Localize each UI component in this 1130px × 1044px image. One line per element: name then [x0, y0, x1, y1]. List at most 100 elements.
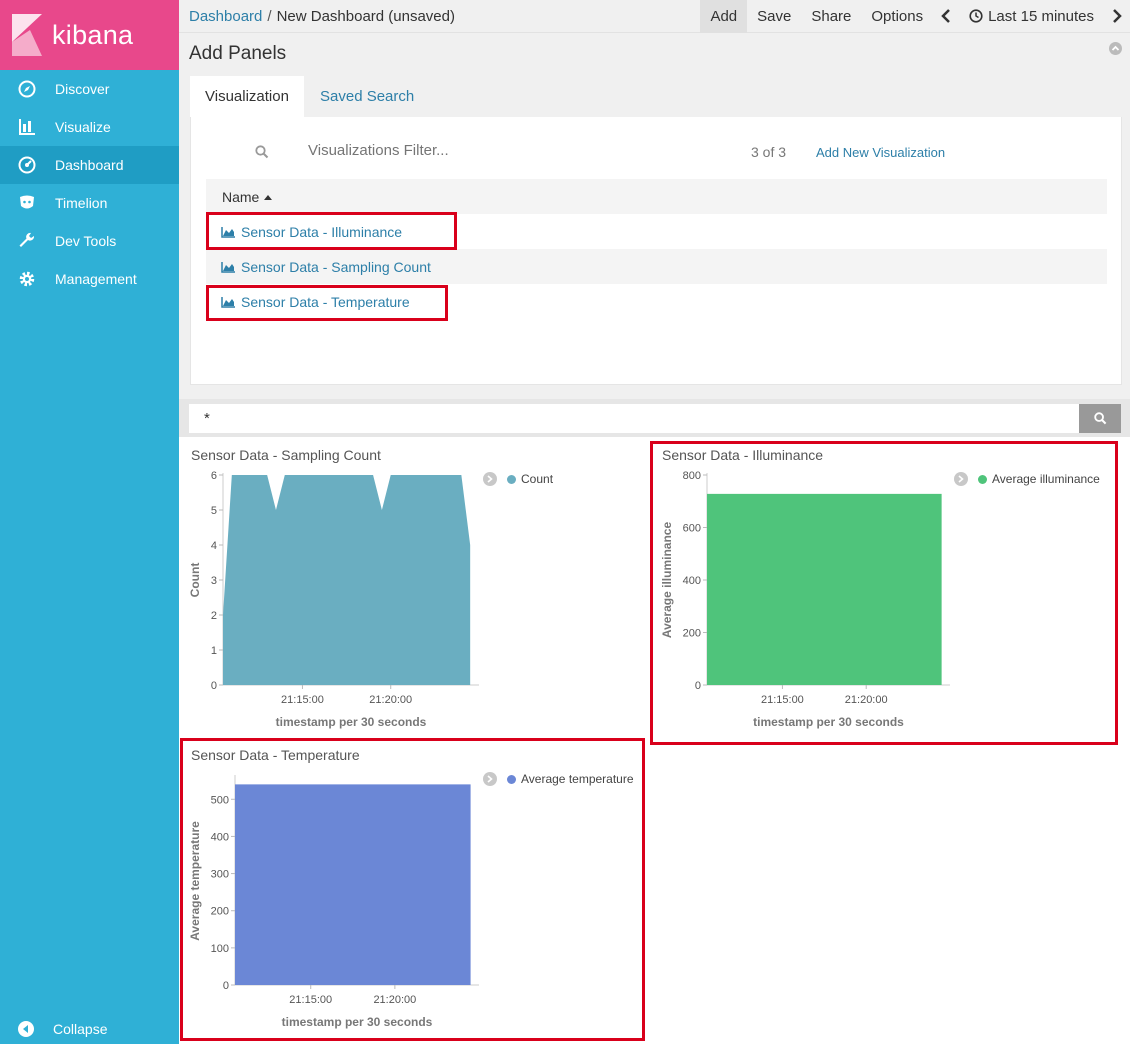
x-tick-label: 21:15:00 — [761, 694, 804, 706]
sidebar-item-timelion[interactable]: Timelion — [0, 184, 179, 222]
legend-label[interactable]: Average temperature — [521, 772, 634, 786]
sort-ascending-icon — [264, 194, 273, 200]
chevron-left-icon — [941, 9, 950, 23]
breadcrumb: Dashboard / New Dashboard (unsaved) — [189, 8, 700, 25]
x-tick-label: 21:20:00 — [845, 694, 888, 706]
y-tick-label: 0 — [695, 680, 701, 692]
area-chart-icon — [221, 226, 236, 238]
legend-color-dot — [507, 474, 516, 484]
sidebar-item-management[interactable]: Management — [0, 260, 179, 298]
visualizations-filter-input[interactable] — [308, 142, 608, 159]
legend-toggle-button[interactable] — [483, 772, 497, 786]
legend-color-dot — [978, 474, 987, 484]
sidebar-item-label: Dashboard — [55, 157, 124, 173]
save-button[interactable]: Save — [747, 0, 801, 33]
list-item[interactable]: Sensor Data - Temperature — [206, 284, 1107, 319]
time-picker-button[interactable]: Last 15 minutes — [959, 0, 1104, 33]
x-tick-label: 21:15:00 — [289, 994, 332, 1006]
sidebar-item-dev-tools[interactable]: Dev Tools — [0, 222, 179, 260]
collapse-left-icon — [17, 1020, 35, 1038]
area-series — [707, 493, 942, 685]
legend-toggle-button[interactable] — [483, 472, 497, 486]
sidebar-item-label: Discover — [55, 81, 110, 97]
list-item[interactable]: Sensor Data - Illuminance — [206, 214, 1107, 249]
legend-label[interactable]: Count — [521, 472, 553, 486]
time-next-button[interactable] — [1104, 0, 1130, 33]
y-tick-label: 4 — [211, 540, 217, 552]
visualization-list-panel: 3 of 3 Add New Visualization Name Sensor… — [190, 117, 1122, 385]
breadcrumb-dashboard-link[interactable]: Dashboard — [189, 8, 262, 25]
y-tick-label: 5 — [211, 505, 217, 517]
chevron-right-icon — [487, 775, 493, 783]
panel-temperature: Sensor Data - Temperature Average temper… — [179, 737, 644, 1042]
add-button[interactable]: Add — [700, 0, 748, 33]
area-chart-icon — [221, 296, 236, 308]
chevron-right-icon — [487, 475, 493, 483]
timelion-icon — [17, 193, 37, 213]
list-item[interactable]: Sensor Data - Sampling Count — [206, 249, 1107, 284]
sidebar-item-label: Visualize — [55, 119, 111, 135]
legend: Average illuminance — [954, 472, 1100, 486]
chevron-right-icon — [1113, 9, 1122, 23]
panel-sampling-count: Sensor Data - Sampling Count Count 01234… — [179, 437, 644, 737]
chart-illuminance: 0 200 400 600 800 21:15:00 21:20:00 timestamp p… — [660, 470, 950, 729]
add-panels-title: Add Panels — [189, 43, 287, 64]
time-prev-button[interactable] — [933, 0, 959, 33]
logo-text: kibana — [52, 19, 134, 50]
y-tick-label: 800 — [683, 470, 701, 482]
sidebar-item-label: Timelion — [55, 195, 108, 211]
add-new-visualization-link[interactable]: Add New Visualization — [816, 145, 945, 160]
query-bar: * — [179, 399, 1130, 437]
search-button[interactable] — [1079, 404, 1121, 433]
top-actions: Add Save Share Options Last 15 minutes — [700, 0, 1130, 33]
chart-sampling-count: 0 1 2 3 4 5 6 21:15:00 21:20:00 timestamp per 30 … — [188, 470, 479, 729]
share-button[interactable]: Share — [801, 0, 861, 33]
y-tick-label: 6 — [211, 470, 217, 482]
y-axis-label: Average temperature — [188, 821, 202, 941]
y-axis-label: Count — [188, 563, 202, 598]
legend-color-dot — [507, 774, 516, 784]
options-button[interactable]: Options — [861, 0, 933, 33]
collapse-label: Collapse — [53, 1021, 108, 1037]
kibana-logo[interactable]: kibana — [0, 0, 179, 70]
tab-saved-search[interactable]: Saved Search — [305, 76, 429, 117]
y-tick-label: 1 — [211, 645, 217, 657]
collapse-button[interactable]: Collapse — [0, 1014, 179, 1044]
panel-illuminance: Sensor Data - Illuminance Average illumi… — [650, 437, 1130, 737]
legend: Average temperature — [483, 772, 634, 786]
x-axis-label: timestamp per 30 seconds — [753, 715, 904, 729]
y-tick-label: 100 — [211, 943, 229, 955]
filter-row: 3 of 3 Add New Visualization — [191, 137, 1121, 167]
x-axis-label: timestamp per 30 seconds — [276, 715, 427, 729]
sidebar-item-label: Dev Tools — [55, 233, 117, 249]
search-icon — [255, 145, 269, 159]
x-axis-label: timestamp per 30 seconds — [282, 1015, 433, 1029]
column-name-label: Name — [222, 188, 260, 205]
legend-toggle-button[interactable] — [954, 472, 968, 486]
y-tick-label: 0 — [223, 980, 229, 992]
sidebar: kibana Discover Visualize Dashboard Time… — [0, 0, 179, 1044]
legend-label[interactable]: Average illuminance — [992, 472, 1100, 486]
query-input[interactable]: * — [189, 404, 1079, 433]
kibana-logo-icon — [12, 14, 42, 56]
y-tick-label: 600 — [683, 523, 701, 535]
x-tick-label: 21:20:00 — [369, 694, 412, 706]
tab-visualization[interactable]: Visualization — [190, 76, 304, 117]
sidebar-item-dashboard[interactable]: Dashboard — [0, 146, 179, 184]
collapse-up-icon[interactable] — [1109, 42, 1122, 55]
visualization-name: Sensor Data - Sampling Count — [241, 258, 431, 275]
gear-icon — [17, 269, 37, 289]
sidebar-item-discover[interactable]: Discover — [0, 70, 179, 108]
y-tick-label: 200 — [683, 628, 701, 640]
y-tick-label: 3 — [211, 575, 217, 587]
wrench-icon — [17, 231, 37, 251]
y-tick-label: 0 — [211, 680, 217, 692]
result-count: 3 of 3 — [751, 144, 787, 160]
legend: Count — [483, 472, 553, 486]
sidebar-item-visualize[interactable]: Visualize — [0, 108, 179, 146]
x-tick-label: 21:15:00 — [281, 694, 324, 706]
name-column-header[interactable]: Name — [206, 179, 1107, 214]
area-series — [235, 784, 471, 985]
chart-temperature: 0 100 200 300 400 500 21:15:00 21:20:00 timestam… — [188, 775, 479, 1029]
search-icon — [1093, 412, 1106, 425]
